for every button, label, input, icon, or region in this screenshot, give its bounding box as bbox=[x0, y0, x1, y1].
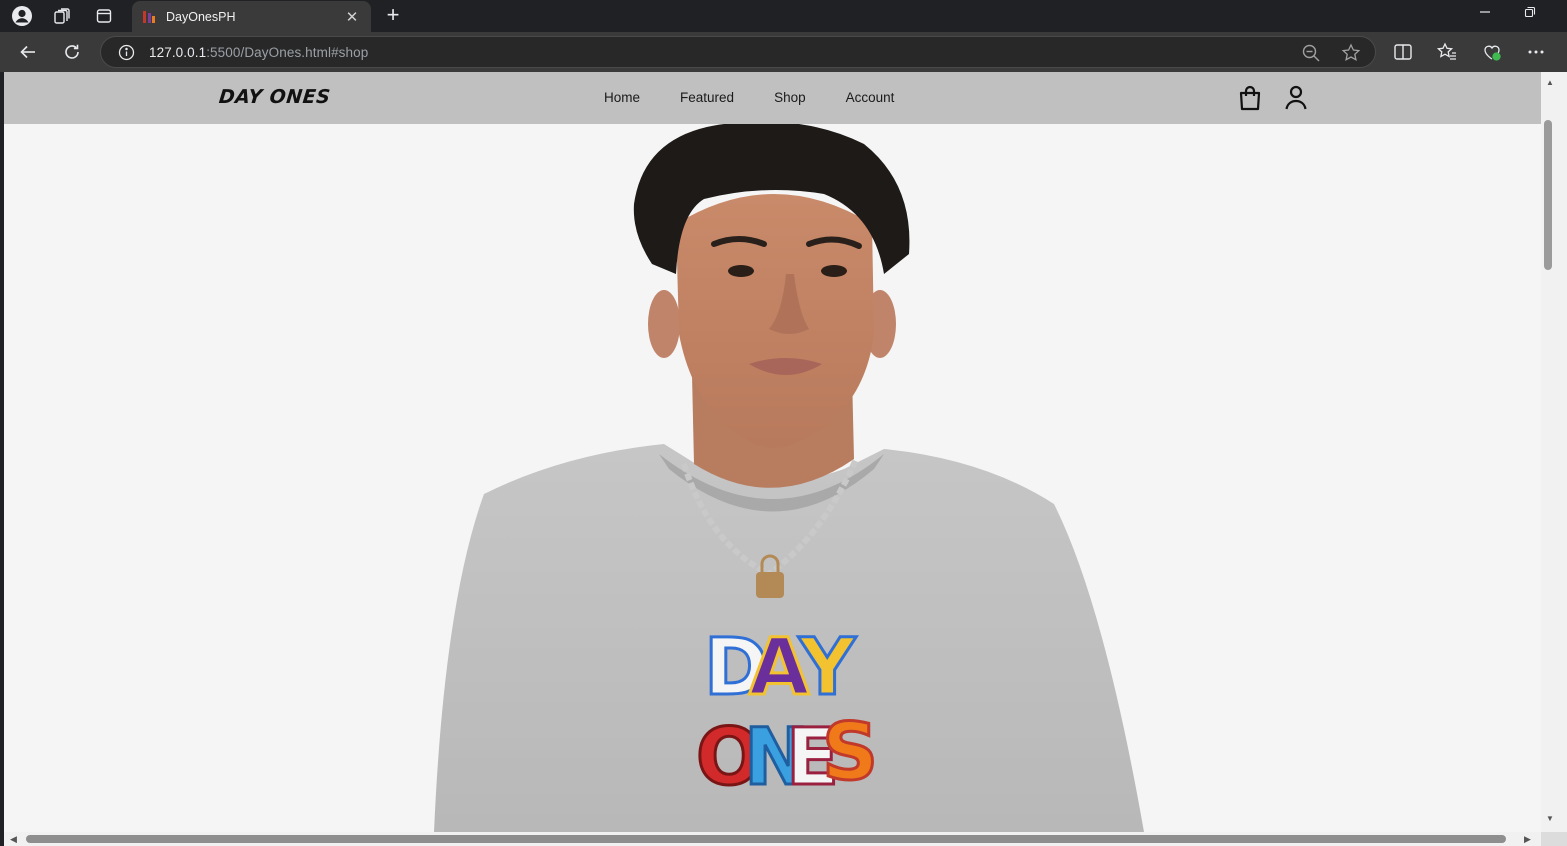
url-text[interactable]: 127.0.0.1:5500/DayOnes.html#shop bbox=[149, 45, 368, 60]
scroll-up-icon[interactable]: ▲ bbox=[1545, 78, 1555, 88]
profile-icon[interactable] bbox=[10, 4, 34, 28]
user-icon[interactable] bbox=[1284, 85, 1308, 111]
site-info-icon[interactable] bbox=[118, 44, 135, 61]
refresh-icon[interactable] bbox=[60, 40, 84, 64]
svg-text:S: S bbox=[822, 708, 878, 798]
workspaces-icon[interactable] bbox=[50, 4, 74, 28]
minimize-icon[interactable] bbox=[1475, 6, 1495, 21]
svg-text:Y: Y bbox=[798, 623, 857, 713]
nav-home[interactable]: Home bbox=[604, 90, 640, 105]
back-icon[interactable] bbox=[16, 40, 40, 64]
close-tab-icon[interactable]: ✕ bbox=[343, 8, 361, 26]
main-nav: Home Featured Shop Account bbox=[604, 90, 934, 105]
restore-icon[interactable] bbox=[1520, 6, 1540, 21]
browser-tab-bar: DayOnesPH ✕ + bbox=[0, 0, 1567, 32]
site-header: DAY ONES Home Featured Shop Account bbox=[4, 72, 1541, 124]
tab-dayonesph[interactable]: DayOnesPH ✕ bbox=[132, 1, 371, 32]
shopping-bag-icon[interactable] bbox=[1238, 85, 1262, 111]
nav-featured[interactable]: Featured bbox=[680, 90, 734, 105]
tab-actions-icon[interactable] bbox=[92, 4, 116, 28]
scroll-right-icon[interactable]: ▶ bbox=[1524, 834, 1531, 844]
favorites-icon[interactable] bbox=[1437, 42, 1457, 62]
nav-shop[interactable]: Shop bbox=[774, 90, 806, 105]
vertical-scroll-thumb[interactable] bbox=[1544, 120, 1552, 270]
address-bar[interactable]: 127.0.0.1:5500/DayOnes.html#shop bbox=[100, 36, 1376, 68]
favorite-star-icon[interactable] bbox=[1341, 43, 1361, 63]
scrollbar-corner bbox=[1541, 832, 1567, 846]
scroll-left-icon[interactable]: ◀ bbox=[10, 834, 17, 844]
zoom-out-icon[interactable] bbox=[1301, 43, 1321, 63]
horizontal-scroll-thumb[interactable] bbox=[26, 835, 1506, 843]
new-tab-button[interactable]: + bbox=[382, 3, 404, 27]
more-options-icon[interactable] bbox=[1526, 42, 1546, 62]
scroll-down-icon[interactable]: ▼ bbox=[1545, 814, 1555, 824]
split-screen-icon[interactable] bbox=[1393, 42, 1413, 62]
site-logo[interactable]: DAY ONES bbox=[218, 86, 332, 108]
nav-account[interactable]: Account bbox=[846, 90, 895, 105]
vertical-scrollbar[interactable]: ▲ ▼ bbox=[1541, 72, 1567, 832]
tab-title: DayOnesPH bbox=[166, 9, 236, 24]
hero-model-image: D A Y O N E S bbox=[434, 124, 1144, 832]
browser-toolbar: 127.0.0.1:5500/DayOnes.html#shop bbox=[0, 32, 1567, 72]
page-viewport: DAY ONES Home Featured Shop Account D A … bbox=[4, 72, 1541, 832]
horizontal-scrollbar[interactable]: ◀ ▶ bbox=[4, 832, 1541, 846]
browser-essentials-icon[interactable] bbox=[1482, 42, 1502, 62]
site-favicon-icon bbox=[143, 10, 155, 23]
